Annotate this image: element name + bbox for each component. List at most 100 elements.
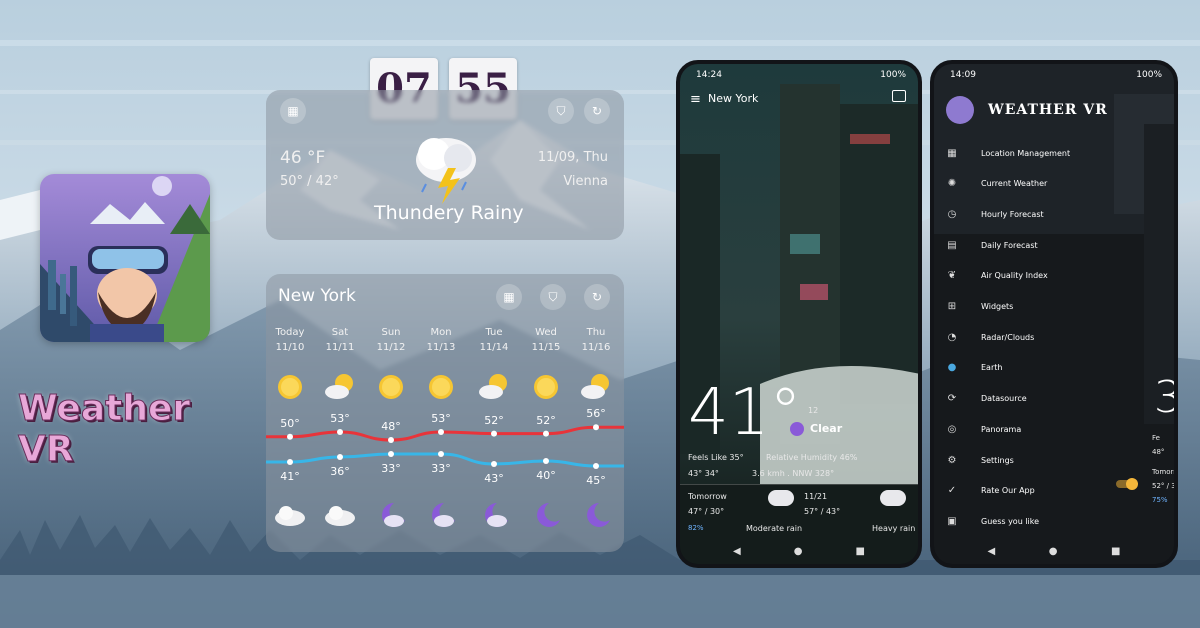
app-title: Weather VR <box>18 388 191 471</box>
peek-feels: Fe <box>1152 434 1160 442</box>
moon-icon <box>529 500 563 534</box>
high-temp: 53° <box>330 412 350 425</box>
leaf-icon: ❦ <box>947 270 957 282</box>
low-temp: 43° <box>484 472 504 485</box>
widget-current[interactable]: ▦ ⛉ ↻ 46 °F 50° / 42° 11/09, Thu Vienna … <box>266 90 624 240</box>
globe-icon: ● <box>947 362 957 374</box>
peek-temp: 3 <box>1154 372 1174 423</box>
back-icon[interactable]: ◀ <box>733 546 741 557</box>
refresh-icon[interactable]: ↻ <box>584 98 610 124</box>
day-name: Tue <box>485 327 503 338</box>
main-temp: 41° <box>688 376 802 450</box>
sun-icon: ✺ <box>947 178 957 190</box>
day-name: Thu <box>586 327 606 338</box>
menu-item[interactable]: ✓ Rate Our App <box>946 481 1035 501</box>
phone-drawer: 14:09 100% WEATHER VR ▦ Location Manageme… <box>930 60 1178 568</box>
forecast-label-1: Tomorrow <box>688 492 727 501</box>
home-icon[interactable]: ● <box>794 546 803 557</box>
day-name: Mon <box>430 327 452 338</box>
menu-item-label: Earth <box>981 363 1003 373</box>
menu-item[interactable]: ⚙ Settings <box>946 450 1014 470</box>
recents-icon[interactable]: ■ <box>855 546 864 557</box>
shirt-icon[interactable]: ⛉ <box>548 98 574 124</box>
peek-hi: 48° <box>1152 448 1165 456</box>
menu-item[interactable]: ▤ Daily Forecast <box>946 235 1037 255</box>
menu-item[interactable]: ❦ Air Quality Index <box>946 266 1048 286</box>
menu-item-label: Air Quality Index <box>981 271 1048 281</box>
peek-precip: 75% <box>1152 496 1168 504</box>
partly-cloudy-icon <box>477 372 511 406</box>
panorama-toggle-knob[interactable] <box>1126 478 1138 490</box>
menu-item-label: Location Management <box>981 148 1071 158</box>
high-temp-point <box>491 430 497 437</box>
gear-icon: ⚙ <box>947 454 957 466</box>
main-city: New York <box>708 92 759 105</box>
menu-item[interactable]: ● Earth <box>946 358 1003 378</box>
radar-icon: ◔ <box>947 331 957 343</box>
peek-range: 52° / 30 <box>1152 482 1178 490</box>
thunder-rain-icon <box>416 138 476 204</box>
gift-icon: ▣ <box>947 515 957 527</box>
high-temp: 52° <box>536 413 556 427</box>
widget-forecast[interactable]: New York ▦ ⛉ ↻ Today 11/10 50° 41° Sat 11/11 5… <box>266 274 624 552</box>
forecast-day-label: Sat 11/11 <box>314 325 366 355</box>
current-range: 50° / 42° <box>280 174 339 189</box>
current-city: Vienna <box>563 174 608 189</box>
menu-item[interactable]: ◷ Hourly Forecast <box>946 204 1044 224</box>
clock-icon: ◷ <box>947 208 957 220</box>
back-icon[interactable]: ◀ <box>988 546 996 557</box>
forecast-label-2: 11/21 <box>804 492 828 501</box>
cloud-icon <box>323 500 357 534</box>
low-temp-point <box>543 458 549 464</box>
low-temp: 40° <box>536 469 556 482</box>
day-date: 11/13 <box>426 342 456 353</box>
rain-cloud-icon <box>768 490 794 506</box>
menu-item[interactable]: ▦ Location Management <box>946 143 1070 163</box>
recents-icon[interactable]: ■ <box>1111 546 1120 557</box>
menu-item[interactable]: ⊞ Widgets <box>946 297 1014 317</box>
day-name: Wed <box>535 327 557 338</box>
high-temp-point <box>337 429 343 435</box>
forecast-precip-1: 82% <box>688 524 704 532</box>
menu-item[interactable]: ▣ Guess you like <box>946 511 1039 531</box>
low-temp-point <box>287 459 293 465</box>
moon-cloud-icon <box>477 500 511 534</box>
menu-item-label: Guess you like <box>981 516 1040 526</box>
thumbs-up-icon: ✓ <box>947 485 957 497</box>
day-date: 11/14 <box>479 342 509 353</box>
moon-icon <box>790 422 804 436</box>
day-name: Sun <box>381 327 401 338</box>
menu-icon[interactable]: ≡ <box>690 92 701 107</box>
wind: 3.6 kmh . NNW 328° <box>752 469 835 478</box>
day-date: 11/11 <box>325 342 355 353</box>
high-temp: 48° <box>381 420 401 433</box>
menu-item-label: Hourly Forecast <box>981 209 1044 219</box>
calendar-icon: ▤ <box>947 239 957 251</box>
panorama-icon: ◎ <box>947 423 957 435</box>
moon-cloud-icon <box>424 500 458 534</box>
low-temp: 45° <box>586 474 606 487</box>
forecast-desc-2: Heavy rain <box>872 524 916 533</box>
menu-item[interactable]: ✺ Current Weather <box>946 174 1047 194</box>
high-temp: 50° <box>280 416 300 430</box>
peek-tomorrow: Tomorr <box>1152 468 1177 476</box>
high-temp-point <box>543 430 549 437</box>
moon-icon <box>579 500 613 534</box>
status-time: 14:09 <box>950 70 976 80</box>
low-temp: 36° <box>330 465 350 478</box>
wallpaper-icon[interactable] <box>892 90 906 102</box>
menu-item-label: Datasource <box>981 394 1027 404</box>
forecast-desc-1: Moderate rain <box>746 524 803 533</box>
day-date: 11/12 <box>376 342 406 353</box>
day-name: Sat <box>331 327 349 338</box>
menu-item[interactable]: ⟳ Datasource <box>946 389 1027 409</box>
menu-item[interactable]: ◎ Panorama <box>946 419 1022 439</box>
home-icon[interactable]: ● <box>1049 546 1058 557</box>
menu-item-label: Panorama <box>981 424 1022 434</box>
day-date: 11/16 <box>581 342 611 353</box>
high-temp-point <box>593 424 599 431</box>
current-date: 11/09, Thu <box>537 150 608 165</box>
low-temp: 41° <box>280 470 300 483</box>
building-icon[interactable]: ▦ <box>280 98 306 124</box>
menu-item[interactable]: ◔ Radar/Clouds <box>946 327 1035 347</box>
